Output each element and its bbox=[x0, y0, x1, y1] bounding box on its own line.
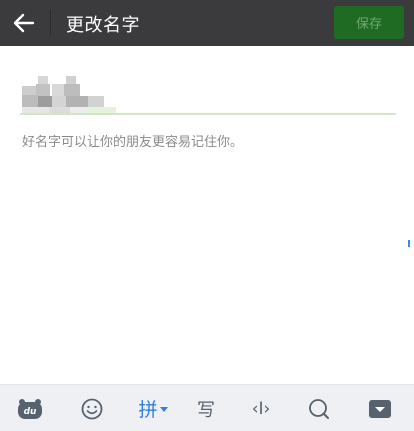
hide-keyboard-button[interactable] bbox=[364, 385, 396, 431]
search-button[interactable] bbox=[304, 385, 334, 431]
cursor-move-icon: ‹I› bbox=[251, 398, 271, 419]
scroll-indicator bbox=[408, 240, 410, 247]
handwriting-icon: 写 bbox=[197, 399, 215, 421]
emoji-icon bbox=[81, 398, 103, 419]
handwriting-button[interactable]: 写 bbox=[190, 385, 222, 431]
name-input-field[interactable] bbox=[20, 72, 396, 118]
pinyin-input-button[interactable]: 拼 bbox=[132, 385, 174, 431]
cursor-move-button[interactable]: ‹I› bbox=[244, 385, 278, 431]
input-underline bbox=[20, 113, 396, 115]
save-button[interactable]: 保存 bbox=[334, 6, 404, 39]
title-bar: 更改名字 保存 bbox=[0, 0, 414, 46]
keyboard-hide-icon bbox=[369, 399, 391, 418]
svg-text:du: du bbox=[24, 407, 37, 417]
du-logo-icon: du bbox=[18, 398, 42, 419]
header-divider bbox=[50, 10, 51, 36]
emoji-button[interactable] bbox=[76, 385, 108, 431]
chevron-down-icon bbox=[159, 406, 168, 412]
search-icon bbox=[309, 398, 329, 419]
name-input-value-redacted bbox=[22, 76, 116, 113]
edit-name-screen: 更改名字 保存 好名字可以让你的朋友更容易记住你。 du 拼 写 ‹I› bbox=[0, 0, 414, 431]
pinyin-icon: 拼 bbox=[138, 399, 158, 421]
back-button[interactable] bbox=[10, 8, 38, 38]
page-title: 更改名字 bbox=[66, 15, 140, 36]
keyboard-logo-button[interactable]: du bbox=[14, 385, 46, 431]
keyboard-toolbar: du 拼 写 ‹I› bbox=[0, 384, 414, 431]
name-hint-text: 好名字可以让你的朋友更容易记住你。 bbox=[22, 135, 244, 150]
arrow-left-icon bbox=[13, 13, 35, 33]
